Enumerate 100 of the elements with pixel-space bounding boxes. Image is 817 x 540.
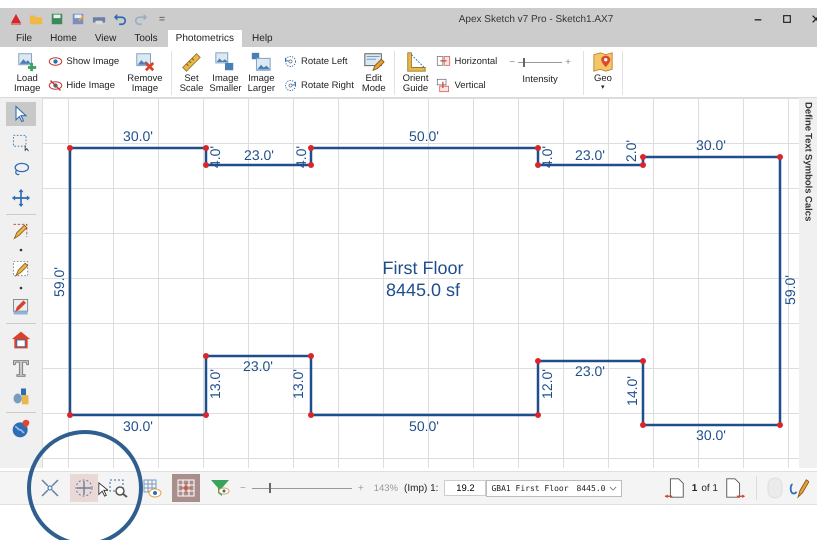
ribbon-button[interactable]: Horizontal (434, 52, 500, 70)
app-logo-icon (10, 13, 22, 25)
menu-tab[interactable]: Photometrics (168, 30, 242, 47)
dimension-label: 23.0' (244, 147, 274, 163)
vertex-dot[interactable] (308, 162, 314, 168)
image-enlarge-icon (250, 51, 272, 73)
vertex-dot[interactable] (203, 412, 209, 418)
dimension-label: 23.0' (575, 363, 605, 379)
select-box-icon (11, 132, 31, 152)
vertex-dot[interactable] (640, 422, 646, 428)
vertex-dot[interactable] (535, 162, 541, 168)
vertex-dot[interactable] (203, 162, 209, 168)
dimension-label: 30.0' (696, 137, 726, 153)
page-count: of 1 (701, 482, 718, 494)
menu-tab[interactable]: Tools (126, 30, 166, 47)
menu-tab[interactable]: Help (244, 30, 281, 47)
next-page-icon[interactable] (724, 477, 746, 499)
save-icon[interactable] (50, 12, 64, 26)
image-shrink-icon (214, 51, 236, 73)
dimension-label: 13.0' (207, 369, 223, 399)
slider-thumb[interactable] (268, 483, 271, 493)
tool-button[interactable] (6, 102, 36, 126)
decrease-sign[interactable]: − (509, 57, 516, 68)
vertex-dot[interactable] (640, 162, 646, 168)
ribbon-button[interactable]: Image Smaller (207, 49, 244, 97)
area-dropdown[interactable]: GBA1 First Floor 8445.0 (486, 480, 622, 496)
dimension-label: 23.0' (575, 147, 605, 163)
dimension-label: 12.0' (539, 369, 555, 399)
eye-slash-icon (48, 78, 64, 92)
ribbon-button[interactable]: Load Image (12, 49, 42, 97)
vertex-dot[interactable] (203, 353, 209, 359)
image-add-icon (16, 51, 38, 73)
page-number: 1 (692, 482, 698, 494)
ribbon-button[interactable]: Remove Image (125, 49, 165, 97)
previous-page-icon[interactable] (664, 477, 686, 499)
scale-field[interactable]: 19.2 (444, 480, 486, 496)
globe-pin-icon (11, 419, 31, 439)
slider-label: Intensity (522, 74, 558, 85)
vertex-dot[interactable] (203, 145, 209, 151)
vertex-dot[interactable] (777, 154, 783, 160)
side-tab[interactable]: Calcs (802, 196, 814, 221)
ribbon-button[interactable]: Image Larger (246, 49, 278, 97)
more-dot-icon[interactable] (19, 248, 23, 252)
zoom-tool-button[interactable] (172, 474, 200, 502)
zoom-window-icon (108, 478, 128, 498)
more-dot-icon[interactable] (19, 286, 23, 290)
vertex-dot[interactable] (308, 353, 314, 359)
dimension-label: 30.0' (123, 128, 153, 144)
vertex-dot[interactable] (640, 358, 646, 364)
side-tab[interactable]: Symbols (802, 154, 814, 194)
ribbon-button[interactable]: Hide Image (46, 76, 122, 94)
vertex-dot[interactable] (67, 412, 73, 418)
vertex-dot[interactable] (308, 412, 314, 418)
zoom-extents-icon (74, 478, 94, 498)
vertex-dot[interactable] (777, 422, 783, 428)
grid-snap-icon (176, 478, 196, 498)
area-size: 8445.0 sf (386, 280, 460, 300)
side-tab[interactable]: Text (802, 133, 814, 152)
dimension-label: 13.0' (290, 369, 306, 399)
zoom-fit-icon (40, 478, 60, 498)
ribbon-button[interactable]: Edit Mode (360, 49, 388, 97)
ribbon-button[interactable]: Orient Guide (400, 49, 430, 97)
menu-tab[interactable]: Home (42, 30, 85, 47)
draw-room-icon (11, 259, 31, 279)
dimension-label: 14.0' (624, 376, 640, 406)
house-icon (11, 330, 31, 350)
vertex-dot[interactable] (535, 412, 541, 418)
vertex-dot[interactable] (67, 145, 73, 151)
ribbon-button[interactable]: Set Scale (178, 49, 206, 97)
checklist-pencil-icon[interactable] (789, 477, 809, 499)
zoom-percent: 143% (374, 482, 398, 494)
ribbon-button[interactable]: Rotate Right (281, 76, 356, 94)
ribbon-button[interactable]: Show Image (46, 52, 122, 70)
flip-icon (436, 54, 452, 68)
filter-icon (210, 478, 230, 498)
vertex-dot[interactable] (308, 145, 314, 151)
dimension-label: 59.0' (51, 267, 67, 297)
save-as-icon[interactable] (71, 12, 85, 26)
text-tool-icon (11, 358, 31, 378)
chevron-down-icon (609, 486, 618, 490)
maximize-icon[interactable] (782, 14, 792, 24)
menu-tab[interactable]: File (8, 30, 40, 47)
undo-icon[interactable] (113, 12, 127, 26)
increase-sign[interactable]: + (565, 57, 571, 68)
draw-area-icon (11, 297, 31, 317)
vertex-dot[interactable] (535, 358, 541, 364)
dimension-label: 59.0' (782, 275, 796, 305)
image-remove-icon (134, 51, 156, 73)
ribbon-button[interactable]: Rotate Left (281, 52, 356, 70)
dimension-label: 23.0' (243, 358, 273, 374)
menu-tab[interactable]: View (86, 30, 124, 47)
vertex-dot[interactable] (535, 145, 541, 151)
rotate-icon (283, 78, 298, 92)
ribbon-button[interactable]: Vertical (434, 76, 500, 94)
vertex-dot[interactable] (640, 154, 646, 160)
edit-icon (362, 51, 385, 73)
dimension-label: 2.0' (623, 140, 639, 162)
dimension-label: 30.0' (696, 427, 726, 443)
move-icon (11, 188, 31, 208)
side-tab[interactable]: Define (802, 102, 814, 132)
